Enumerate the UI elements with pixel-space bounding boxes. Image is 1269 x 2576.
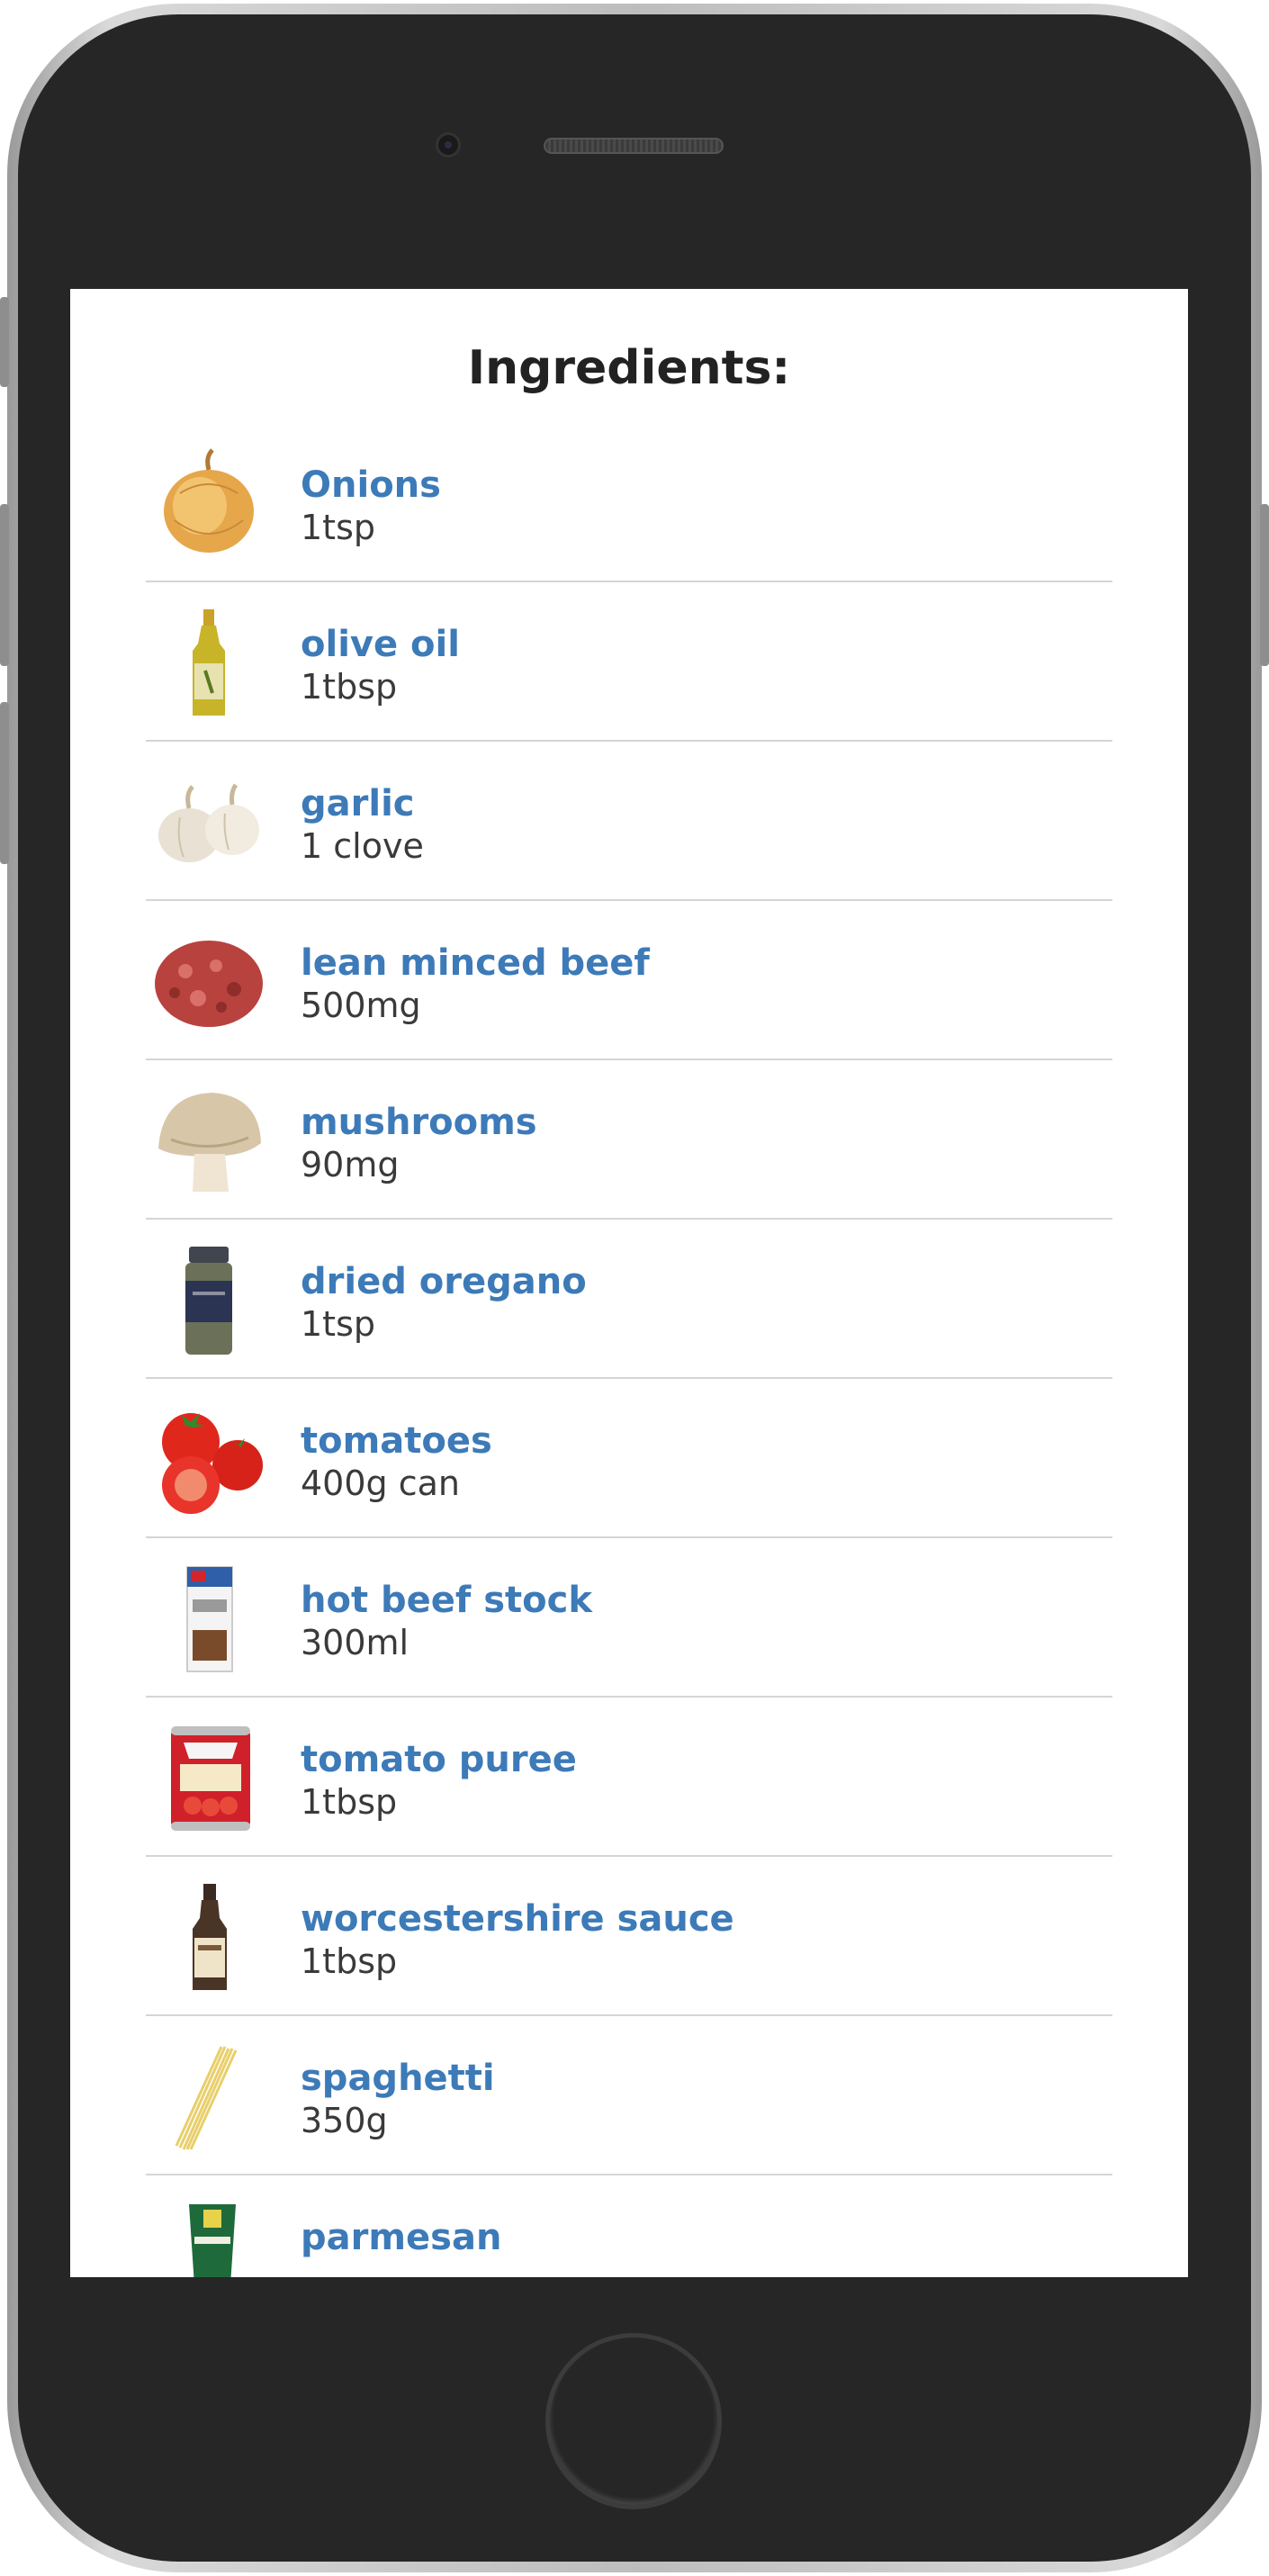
ingredient-quantity: 90mg bbox=[301, 1145, 400, 1184]
ingredient-name[interactable]: Onions bbox=[301, 464, 441, 506]
ingredient-row[interactable]: olive oil 1tbsp bbox=[146, 582, 1112, 742]
ingredient-quantity: 350g bbox=[301, 2101, 388, 2140]
olive-oil-bottle-icon bbox=[193, 609, 225, 716]
phone-volume-up-button bbox=[0, 504, 9, 666]
ingredient-name[interactable]: mushrooms bbox=[301, 1102, 537, 1143]
oregano-jar-icon bbox=[185, 1247, 232, 1355]
ingredient-name[interactable]: garlic bbox=[301, 783, 414, 824]
ingredient-quantity: 1tbsp bbox=[301, 1941, 398, 1981]
ingredient-name[interactable]: tomato puree bbox=[301, 1739, 577, 1780]
home-button[interactable] bbox=[545, 2333, 722, 2509]
ingredient-row[interactable]: dried oregano 1tsp bbox=[146, 1220, 1112, 1379]
ingredient-row[interactable]: tomato puree 1tbsp bbox=[146, 1698, 1112, 1857]
ingredient-row[interactable]: garlic 1 clove bbox=[146, 742, 1112, 901]
ingredient-name[interactable]: worcestershire sauce bbox=[301, 1898, 734, 1940]
earpiece-speaker bbox=[544, 138, 724, 154]
tomato-puree-can-icon bbox=[171, 1726, 250, 1831]
mushroom-icon bbox=[158, 1093, 261, 1192]
ingredient-row[interactable]: worcestershire sauce 1tbsp bbox=[146, 1857, 1112, 2016]
ingredient-row[interactable]: parmesan bbox=[146, 2175, 1112, 2277]
ingredient-quantity: 400g can bbox=[301, 1464, 460, 1503]
sauce-bottle-icon bbox=[193, 1884, 227, 1990]
ingredient-quantity: 1 clove bbox=[301, 826, 424, 866]
ingredient-name[interactable]: olive oil bbox=[301, 624, 460, 665]
parmesan-icon bbox=[189, 2204, 236, 2277]
tomatoes-icon bbox=[162, 1413, 263, 1514]
front-camera-icon bbox=[438, 135, 458, 155]
ingredient-quantity: 500mg bbox=[301, 986, 421, 1025]
spaghetti-icon bbox=[175, 2046, 238, 2150]
phone-side-button bbox=[0, 297, 9, 387]
page-title: Ingredients: bbox=[467, 341, 791, 395]
ingredient-name[interactable]: spaghetti bbox=[301, 2058, 495, 2099]
ingredient-name[interactable]: hot beef stock bbox=[301, 1580, 592, 1621]
garlic-icon bbox=[158, 783, 259, 862]
phone-volume-down-button bbox=[0, 702, 9, 864]
ingredient-quantity: 1tsp bbox=[301, 508, 375, 547]
ingredient-name[interactable]: dried oregano bbox=[301, 1261, 587, 1302]
ingredient-quantity: 1tsp bbox=[301, 1304, 375, 1344]
ingredient-quantity: 300ml bbox=[301, 1623, 410, 1662]
phone-power-button bbox=[1260, 504, 1269, 666]
ingredient-row[interactable]: mushrooms 90mg bbox=[146, 1060, 1112, 1220]
ingredient-row[interactable]: spaghetti 350g bbox=[146, 2016, 1112, 2175]
ingredient-name[interactable]: tomatoes bbox=[301, 1420, 492, 1462]
ingredient-row[interactable]: Onions 1tsp bbox=[146, 423, 1112, 582]
ingredient-row[interactable]: hot beef stock 300ml bbox=[146, 1538, 1112, 1698]
ingredient-row[interactable]: tomatoes 400g can bbox=[146, 1379, 1112, 1538]
ingredient-name[interactable]: lean minced beef bbox=[301, 942, 650, 984]
ingredient-list: Onions 1tsp olive oil 1tbsp garlic 1 clo… bbox=[146, 423, 1112, 2277]
ingredient-quantity: 1tbsp bbox=[301, 667, 398, 707]
app-screen: Ingredients: Onions 1tsp olive oil 1tbsp bbox=[70, 289, 1188, 2277]
ingredient-quantity: 1tbsp bbox=[301, 1782, 398, 1822]
beef-stock-carton-icon bbox=[186, 1566, 233, 1672]
ingredient-row[interactable]: lean minced beef 500mg bbox=[146, 901, 1112, 1060]
onion-icon bbox=[164, 448, 254, 553]
minced-beef-icon bbox=[155, 941, 263, 1027]
ingredient-name[interactable]: parmesan bbox=[301, 2217, 501, 2258]
